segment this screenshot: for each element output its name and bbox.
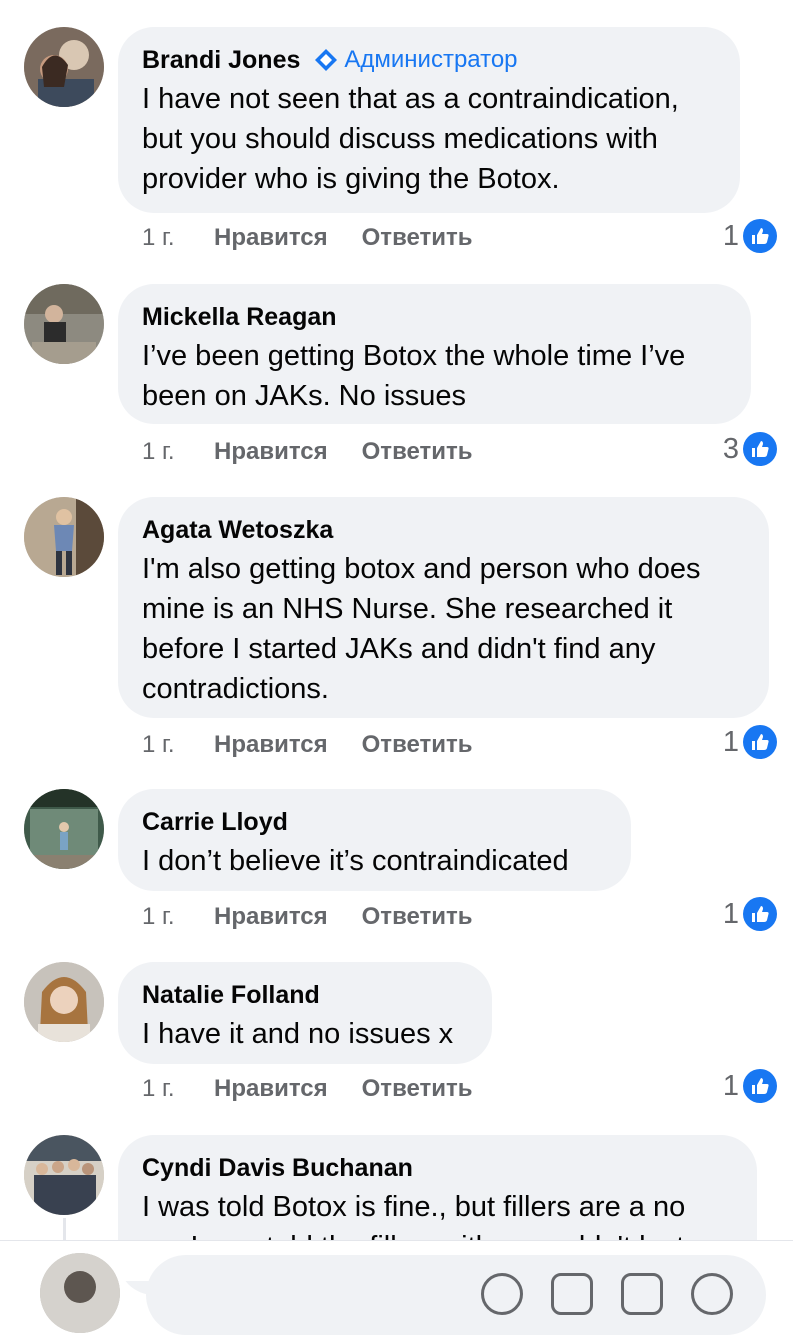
comment-actions: 1 г. Нравится Ответить [142, 432, 507, 472]
reaction-count: 1 [722, 219, 739, 252]
comment-author[interactable]: Mickella Reagan [142, 303, 337, 332]
like-button[interactable]: Нравится [214, 903, 328, 931]
like-button[interactable]: Нравится [214, 1075, 328, 1103]
comment-time[interactable]: 1 г. [142, 731, 214, 759]
reaction-count: 1 [722, 1069, 739, 1102]
reaction-count: 1 [722, 725, 739, 758]
like-button[interactable]: Нравится [214, 438, 328, 466]
reaction-count: 3 [722, 432, 739, 465]
reaction-summary[interactable]: 1 [723, 722, 777, 762]
thread-line [63, 1218, 66, 1242]
reaction-summary[interactable]: 3 [723, 429, 777, 469]
reaction-count: 1 [722, 897, 739, 930]
reply-button[interactable]: Ответить [362, 224, 473, 252]
thumbs-up-icon [743, 725, 777, 759]
gif-icon[interactable] [621, 1273, 663, 1315]
comment-bubble: Carrie Lloyd I don’t believe it’s contra… [118, 789, 631, 891]
comment-time[interactable]: 1 г. [142, 438, 214, 466]
comment-actions: 1 г. Нравится Ответить [142, 218, 507, 258]
thumbs-up-icon [743, 1069, 777, 1103]
emoji-icon[interactable] [691, 1273, 733, 1315]
comment-actions: 1 г. Нравится Ответить [142, 725, 507, 765]
comment-bubble: Brandi Jones Администратор I have not se… [118, 27, 740, 213]
thumbs-up-icon [743, 897, 777, 931]
comment-text: I'm also getting botox and person who do… [142, 553, 701, 705]
current-user-avatar[interactable] [40, 1253, 120, 1333]
reply-button[interactable]: Ответить [362, 731, 473, 759]
like-button[interactable]: Нравится [214, 731, 328, 759]
avatar[interactable] [24, 962, 104, 1042]
comment-text: I don’t believe it’s contraindicated [142, 845, 569, 877]
comment-bubble: Agata Wetoszka I'm also getting botox an… [118, 497, 769, 718]
comment-actions: 1 г. Нравится Ответить [142, 897, 507, 937]
admin-diamond-icon [315, 49, 338, 71]
comment-author[interactable]: Natalie Folland [142, 981, 320, 1010]
avatar[interactable] [24, 1135, 104, 1215]
thumbs-up-icon [743, 432, 777, 466]
admin-badge[interactable]: Администратор [314, 46, 518, 74]
avatar[interactable] [24, 284, 104, 364]
comment-author[interactable]: Brandi Jones [142, 46, 300, 75]
avatar[interactable] [24, 27, 104, 107]
comment-text: I’ve been getting Botox the whole time I… [142, 340, 686, 412]
reaction-summary[interactable]: 1 [723, 894, 777, 934]
camera-icon[interactable] [551, 1273, 593, 1315]
comment-text: I have it and no issues x [142, 1018, 454, 1050]
admin-badge-label: Администратор [344, 46, 518, 73]
comment-input[interactable] [146, 1255, 766, 1335]
avatar-sticker-icon[interactable] [481, 1273, 523, 1315]
reply-button[interactable]: Ответить [362, 903, 473, 931]
comment-actions: 1 г. Нравится Ответить [142, 1069, 507, 1109]
comment-bubble: Natalie Folland I have it and no issues … [118, 962, 492, 1064]
comment-time[interactable]: 1 г. [142, 224, 214, 252]
comment-author[interactable]: Agata Wetoszka [142, 516, 333, 545]
reaction-summary[interactable]: 1 [723, 216, 777, 256]
comment-author[interactable]: Cyndi Davis Buchanan [142, 1154, 413, 1183]
comment-composer-bar [0, 1240, 793, 1335]
avatar[interactable] [24, 497, 104, 577]
avatar[interactable] [24, 789, 104, 869]
thumbs-up-icon [743, 219, 777, 253]
comment-time[interactable]: 1 г. [142, 903, 214, 931]
comment-time[interactable]: 1 г. [142, 1075, 214, 1103]
comment-author[interactable]: Carrie Lloyd [142, 808, 288, 837]
reaction-summary[interactable]: 1 [723, 1066, 777, 1106]
reply-button[interactable]: Ответить [362, 438, 473, 466]
comment-text: I have not seen that as a contraindicati… [142, 83, 679, 195]
comment-bubble: Mickella Reagan I’ve been getting Botox … [118, 284, 751, 424]
like-button[interactable]: Нравится [214, 224, 328, 252]
reply-button[interactable]: Ответить [362, 1075, 473, 1103]
